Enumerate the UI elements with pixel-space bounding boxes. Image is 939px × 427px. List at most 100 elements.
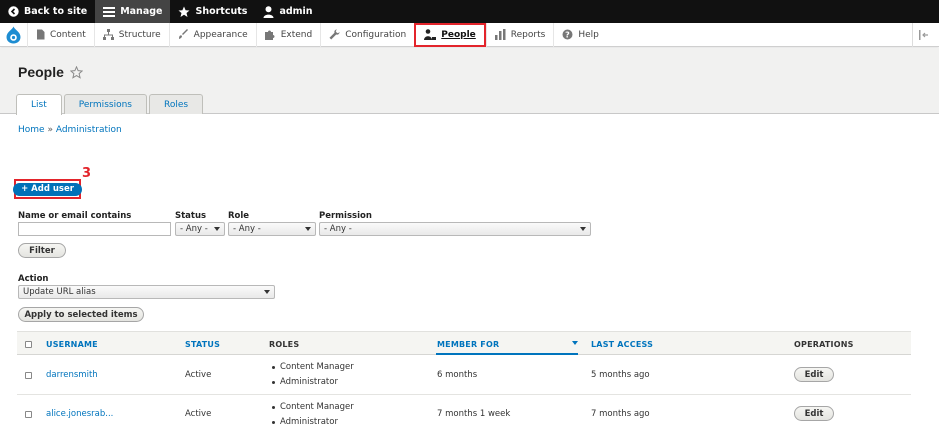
role-select[interactable]: - Any - (228, 222, 316, 236)
role-select-value: - Any - (233, 224, 261, 234)
last-access-text: 5 months ago (591, 370, 650, 380)
edit-user-button[interactable]: Edit (794, 367, 834, 382)
primary-tabs: List Permissions Roles (16, 94, 205, 115)
name-filter-label: Name or email contains (18, 211, 132, 221)
permission-select[interactable]: - Any - (319, 222, 591, 236)
manage-label: Manage (120, 6, 163, 17)
chevron-down-icon (305, 227, 311, 231)
breadcrumb-administration-link[interactable]: Administration (56, 125, 122, 135)
column-header-status[interactable]: STATUS (185, 340, 220, 349)
structure-icon (102, 29, 114, 40)
annotation-marker-3: 3 (82, 166, 92, 181)
add-user-button[interactable]: + Add user (13, 182, 82, 196)
username-link[interactable]: alice.jonesrab... (46, 409, 113, 419)
role-item: Content Manager (271, 402, 354, 412)
tray-item-label: Structure (118, 29, 161, 40)
apply-selected-button[interactable]: Apply to selected items (18, 307, 144, 322)
row-select-checkbox[interactable] (25, 411, 32, 418)
admin-toolbar: Back to site Manage Shortcuts admin (0, 0, 939, 23)
tray-item-label: Help (578, 29, 599, 40)
shortcut-star-icon[interactable] (69, 65, 83, 79)
chevron-down-icon (580, 227, 586, 231)
sorted-column-indicator (436, 353, 578, 355)
admin-tray: Content Structure Appearance Extend Conf… (0, 22, 939, 47)
tray-item-people[interactable]: People (414, 22, 486, 47)
user-tab[interactable]: admin (255, 0, 320, 23)
tray-item-label: Extend (280, 29, 313, 40)
breadcrumb-separator: » (47, 125, 53, 135)
tray-item-label: Appearance (193, 29, 248, 40)
tray-item-structure[interactable]: Structure (93, 22, 169, 47)
page-icon (36, 29, 45, 40)
page-title: People (18, 64, 83, 80)
tray-item-content[interactable]: Content (27, 22, 94, 47)
paintbrush-icon (178, 29, 189, 40)
tab-roles[interactable]: Roles (148, 94, 204, 114)
star-icon (178, 6, 190, 18)
column-header-operations: OPERATIONS (794, 340, 854, 349)
tray-item-help[interactable]: ? Help (553, 22, 607, 47)
shortcuts-tab[interactable]: Shortcuts (170, 0, 255, 23)
row-divider (17, 394, 911, 395)
back-to-site-label: Back to site (24, 6, 88, 17)
page-title-text: People (18, 64, 64, 80)
tray-item-label: People (441, 29, 476, 40)
role-item: Administrator (271, 377, 354, 387)
help-icon: ? (562, 29, 573, 40)
status-select[interactable]: - Any - (175, 222, 225, 236)
select-all-checkbox[interactable] (25, 341, 32, 348)
column-header-roles: ROLES (269, 340, 300, 349)
bar-chart-icon (494, 29, 506, 40)
permission-select-value: - Any - (324, 224, 352, 234)
column-header-last-access[interactable]: LAST ACCESS (591, 340, 653, 349)
breadcrumb-home-link[interactable]: Home (18, 125, 45, 135)
status-text: Active (185, 370, 212, 380)
sort-descending-icon[interactable] (572, 341, 578, 345)
status-text: Active (185, 409, 212, 419)
chevron-down-icon (214, 227, 220, 231)
tray-item-reports[interactable]: Reports (485, 22, 554, 47)
drupal-logo-icon[interactable] (0, 23, 27, 47)
tray-item-label: Configuration (345, 29, 407, 40)
wrench-icon (329, 29, 340, 40)
tray-item-label: Content (50, 29, 86, 40)
member-for-text: 7 months 1 week (437, 409, 511, 419)
filter-button[interactable]: Filter (18, 243, 66, 258)
roles-list: Content Manager Administrator (271, 402, 354, 427)
column-header-member-for[interactable]: MEMBER FOR (437, 340, 499, 349)
permission-filter-label: Permission (319, 211, 372, 221)
manage-tab[interactable]: Manage (95, 0, 171, 23)
tray-item-extend[interactable]: Extend (255, 22, 321, 47)
action-select[interactable]: Update URL alias (18, 285, 275, 299)
tab-list[interactable]: List (16, 94, 62, 115)
last-access-text: 7 months ago (591, 409, 650, 419)
tray-item-appearance[interactable]: Appearance (168, 22, 256, 47)
column-header-username[interactable]: USERNAME (46, 340, 98, 349)
username-link[interactable]: darrensmith (46, 370, 98, 380)
role-item: Content Manager (271, 362, 354, 372)
status-filter-label: Status (175, 211, 207, 221)
chevron-down-icon (264, 290, 270, 294)
svg-text:?: ? (565, 30, 570, 39)
users-table-header: USERNAME STATUS ROLES MEMBER FOR LAST AC… (17, 331, 911, 355)
back-to-site-link[interactable]: Back to site (0, 0, 95, 23)
name-email-input[interactable] (18, 222, 171, 236)
user-label: admin (279, 6, 313, 17)
tab-permissions[interactable]: Permissions (63, 94, 147, 114)
status-select-value: - Any - (180, 224, 208, 234)
shortcuts-label: Shortcuts (195, 6, 248, 17)
hamburger-icon (103, 6, 116, 17)
tray-item-label: Reports (510, 29, 546, 40)
action-select-value: Update URL alias (23, 287, 96, 297)
member-for-text: 6 months (437, 370, 478, 380)
roles-list: Content Manager Administrator (271, 362, 354, 392)
people-icon (424, 29, 437, 40)
row-select-checkbox[interactable] (25, 372, 32, 379)
edit-user-button[interactable]: Edit (794, 406, 834, 421)
breadcrumb: Home » Administration (18, 125, 122, 135)
page-header-region: People List Permissions Roles (0, 48, 939, 115)
tray-item-configuration[interactable]: Configuration (320, 22, 414, 47)
user-icon (263, 5, 274, 18)
collapse-tray-icon[interactable] (912, 23, 929, 47)
back-arrow-icon (8, 6, 19, 17)
